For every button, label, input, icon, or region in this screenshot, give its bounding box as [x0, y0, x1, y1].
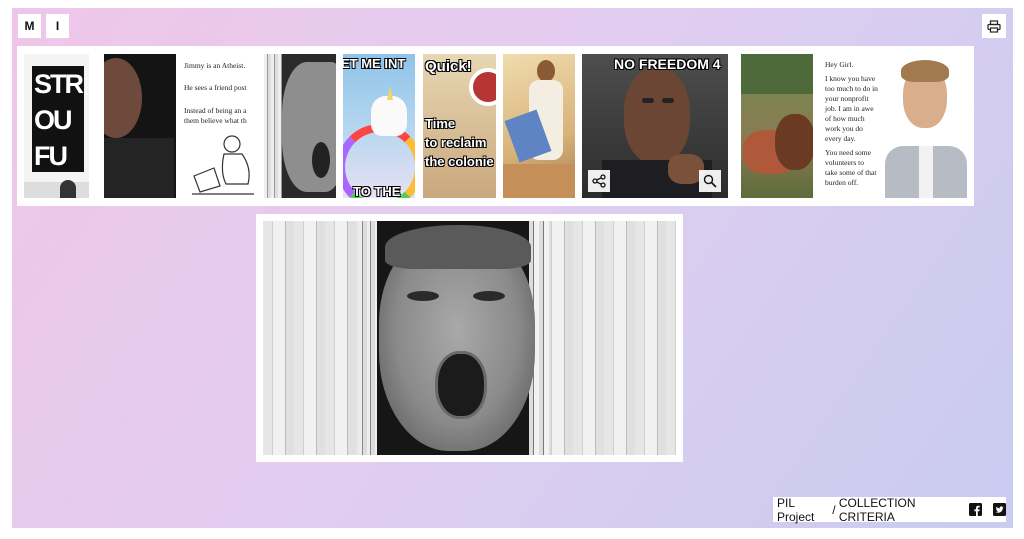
hey-girl-line-7: work you do [825, 124, 863, 133]
pil-project-link[interactable]: PIL Project [777, 496, 829, 524]
thumb-trump-door[interactable] [264, 54, 336, 198]
thumb-quick[interactable]: Quick! Time to reclaim the colonie [423, 54, 496, 198]
share-icon [592, 174, 606, 188]
hey-girl-line-9: You need some [825, 148, 871, 157]
unicorn-bottom-text: TO THE [353, 184, 401, 198]
no-freedom-text: NO FREEDOM 4 [614, 56, 721, 72]
atheist-line-1: Jimmy is an Atheist. [184, 61, 246, 70]
twitter-link[interactable] [993, 503, 1006, 516]
collection-criteria-link[interactable]: COLLECTION CRITERIA [839, 496, 960, 524]
atheist-line-4: them believe what th [184, 116, 247, 125]
hey-girl-line-3: too much to do in [825, 84, 878, 93]
hey-girl-line-5: job. I am in awe [825, 104, 874, 113]
quick-line-1: Time [425, 116, 456, 131]
twitter-icon [993, 503, 1006, 516]
thumb-poster[interactable]: STR OU FU [24, 54, 89, 198]
main-preview [256, 214, 683, 462]
facebook-link[interactable] [969, 503, 982, 516]
hey-girl-line-10: volunteers to [825, 158, 864, 167]
zoom-button[interactable] [699, 170, 721, 192]
atheist-line-3: Instead of being an a [184, 106, 247, 115]
thumbnail-strip: STR OU FU Jimmy is an Atheist. He sees a f… [17, 46, 974, 206]
hey-girl-line-1: Hey Girl. [825, 60, 854, 69]
quick-line-3: the colonie [425, 154, 494, 169]
share-button[interactable] [588, 170, 610, 192]
hey-girl-line-12: burden off. [825, 178, 859, 187]
footer-bar: PIL Project / COLLECTION CRITERIA [773, 496, 1006, 524]
printer-icon [987, 19, 1001, 33]
magnifier-icon [703, 174, 717, 188]
thumb-atheist[interactable]: Jimmy is an Atheist. He sees a friend po… [184, 54, 257, 198]
hey-girl-line-4: your nonprofit [825, 94, 869, 103]
hey-girl-line-11: take some of that [825, 168, 877, 177]
thumb-man-dark[interactable] [104, 54, 176, 198]
atheist-line-2: He sees a friend post [184, 83, 247, 92]
quick-top-text: Quick! [425, 58, 472, 75]
quick-line-2: to reclaim [425, 135, 487, 150]
thumb-horse-man[interactable] [741, 54, 813, 198]
facebook-icon [969, 503, 982, 516]
thumb-hey-girl[interactable]: Hey Girl. I know you have too much to do… [821, 54, 967, 198]
thumb-no-freedom[interactable]: NO FREEDOM 4 [582, 54, 728, 198]
thumb-jesus[interactable] [503, 54, 575, 198]
i-button[interactable]: I [46, 14, 69, 38]
hey-girl-line-6: of how much [825, 114, 865, 123]
page-background: M I STR OU FU Jimmy is an Atheist. He sees… [12, 8, 1013, 528]
laptop-drawing [192, 135, 254, 195]
main-image[interactable] [263, 221, 676, 455]
hey-girl-line-8: every day. [825, 134, 856, 143]
footer-separator: / [828, 502, 839, 517]
unicorn-top-text: ET ME INT [343, 56, 406, 71]
thumb-unicorn[interactable]: ET ME INT TO THE [343, 54, 415, 198]
print-button[interactable] [982, 14, 1006, 38]
m-button[interactable]: M [18, 14, 41, 38]
hey-girl-line-2: I know you have [825, 74, 876, 83]
